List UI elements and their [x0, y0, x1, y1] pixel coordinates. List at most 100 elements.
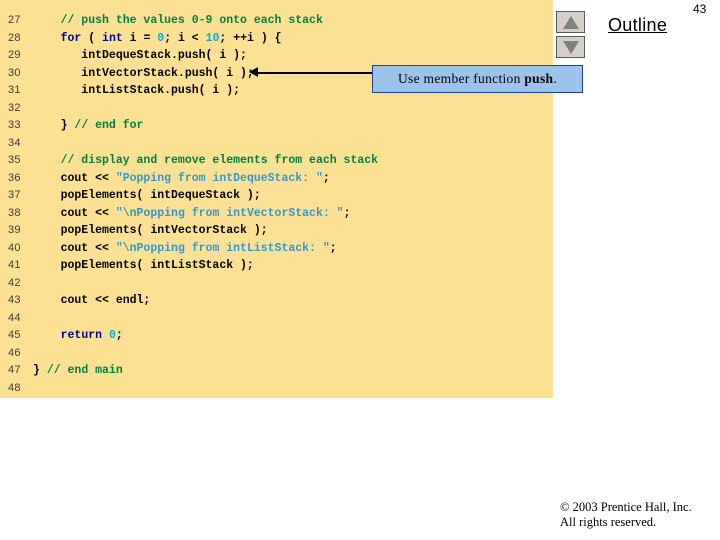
code-token-kw: int: [102, 31, 123, 45]
line-number: 34: [8, 136, 21, 149]
code-line: 28 for ( int i = 0; i < 10; ++i ) {: [0, 30, 553, 48]
code-token-plain: intListStack.push( i );: [33, 84, 241, 97]
line-number: 29: [8, 49, 21, 61]
callout-arrow-line: [252, 71, 374, 74]
code-line: 37 popElements( intDequeStack );: [0, 187, 553, 205]
code-token-plain: }: [33, 119, 75, 132]
line-number: 32: [8, 101, 21, 114]
line-number: 33: [8, 119, 21, 131]
line-number: 45: [8, 329, 21, 341]
code-line-text: cout << "\nPopping from intListStack: ";: [33, 240, 337, 258]
code-line: 46: [0, 345, 553, 363]
code-line-text: } // end main: [33, 362, 123, 380]
code-line: 35 // display and remove elements from e…: [0, 152, 553, 170]
code-token-plain: }: [33, 364, 47, 377]
copyright-line-1: © 2003 Prentice Hall, Inc.: [560, 500, 692, 514]
code-line: 43 cout << endl;: [0, 292, 553, 310]
code-line-text: return 0;: [33, 327, 123, 345]
line-number: 47: [8, 364, 21, 376]
code-line: 29 intDequeStack.push( i );: [0, 47, 553, 65]
line-number: 35: [8, 154, 21, 166]
code-token-plain: ; ++i ) {: [219, 31, 282, 45]
code-token-comment: // end for: [74, 119, 144, 132]
callout-text-suffix: .: [553, 71, 557, 86]
code-token-str: "\nPopping from intListStack: ": [115, 241, 330, 255]
code-token-plain: cout <<: [33, 206, 116, 220]
line-number: 28: [8, 31, 21, 44]
callout-arrow-head-icon: [249, 67, 258, 77]
outline-title: Outline: [608, 15, 668, 35]
code-token-plain: cout <<: [33, 241, 116, 255]
line-number: 39: [8, 224, 21, 236]
code-line: 34: [0, 135, 553, 153]
line-number: 30: [8, 66, 21, 79]
callout-text: Use member function push.: [398, 71, 557, 87]
code-line: 42: [0, 275, 553, 293]
code-token-num: 10: [205, 31, 220, 45]
line-number: 41: [8, 259, 21, 271]
code-token-comment: // push the values 0-9 onto each stack: [33, 14, 323, 27]
code-token-plain: popElements( intListStack );: [33, 259, 254, 272]
line-number: 40: [8, 241, 21, 254]
code-token-comment: // end main: [46, 364, 123, 377]
code-panel: 27 // push the values 0-9 onto each stac…: [0, 0, 553, 398]
code-token-plain: popElements( intVectorStack );: [33, 224, 268, 237]
code-line: 44: [0, 310, 553, 328]
line-number: 31: [8, 84, 21, 96]
code-token-plain: ;: [343, 206, 351, 220]
code-line: 27 // push the values 0-9 onto each stac…: [0, 12, 553, 30]
code-line-text: intDequeStack.push( i );: [33, 47, 247, 65]
code-token-kw: return: [60, 329, 103, 342]
code-token-plain: i =: [122, 31, 158, 45]
code-line-text: cout << endl;: [33, 292, 151, 310]
code-line: 48: [0, 380, 553, 398]
code-token-plain: ;: [329, 241, 337, 255]
line-number: 43: [8, 294, 21, 306]
code-line-text: // push the values 0-9 onto each stack: [33, 12, 323, 30]
code-token-plain: ;: [322, 171, 330, 185]
code-token-plain: intVectorStack.push( i );: [33, 66, 254, 80]
triangle-up-icon: [562, 15, 579, 29]
line-number: 44: [8, 311, 21, 324]
line-number: 42: [8, 276, 21, 289]
code-line-text: intVectorStack.push( i );: [33, 65, 254, 83]
line-number: 37: [8, 189, 21, 201]
code-line-text: cout << "\nPopping from intVectorStack: …: [33, 205, 351, 223]
code-token-plain: (: [81, 31, 103, 45]
callout-box: Use member function push.: [372, 65, 583, 93]
line-number: 38: [8, 206, 21, 219]
code-line: 33 } // end for: [0, 117, 553, 135]
code-line-text: // display and remove elements from each…: [33, 152, 378, 170]
code-line-text: popElements( intListStack );: [33, 257, 254, 275]
code-token-str: "\nPopping from intVectorStack: ": [115, 206, 344, 220]
line-number: 27: [8, 14, 21, 26]
code-token-kw: for: [60, 31, 82, 45]
nav-down-button[interactable]: [556, 36, 585, 58]
copyright-footer: © 2003 Prentice Hall, Inc. All rights re…: [560, 500, 692, 530]
copyright-line-2: All rights reserved.: [560, 515, 657, 529]
code-token-plain: cout <<: [33, 171, 116, 185]
code-line-text: } // end for: [33, 117, 144, 135]
code-line-text: popElements( intDequeStack );: [33, 187, 261, 205]
code-line-text: intListStack.push( i );: [33, 82, 240, 100]
code-token-plain: ;: [115, 329, 123, 342]
code-token-plain: intDequeStack.push( i );: [33, 49, 247, 62]
code-line: 40 cout << "\nPopping from intListStack:…: [0, 240, 553, 258]
code-line: 45 return 0;: [0, 327, 553, 345]
nav-up-button[interactable]: [556, 11, 585, 33]
code-line: 32: [0, 100, 553, 118]
code-line-text: for ( int i = 0; i < 10; ++i ) {: [33, 30, 282, 48]
callout-text-prefix: Use member function: [397, 71, 525, 86]
code-token-num: 0: [108, 329, 116, 342]
code-token-plain: ; i <: [164, 31, 206, 45]
line-number: 46: [8, 346, 21, 359]
code-line: 47} // end main: [0, 362, 553, 380]
line-number: 48: [8, 381, 21, 394]
code-line: 39 popElements( intVectorStack );: [0, 222, 553, 240]
page-number: 43: [693, 2, 707, 16]
code-token-plain: popElements( intDequeStack );: [33, 189, 261, 202]
line-number: 36: [8, 171, 21, 184]
